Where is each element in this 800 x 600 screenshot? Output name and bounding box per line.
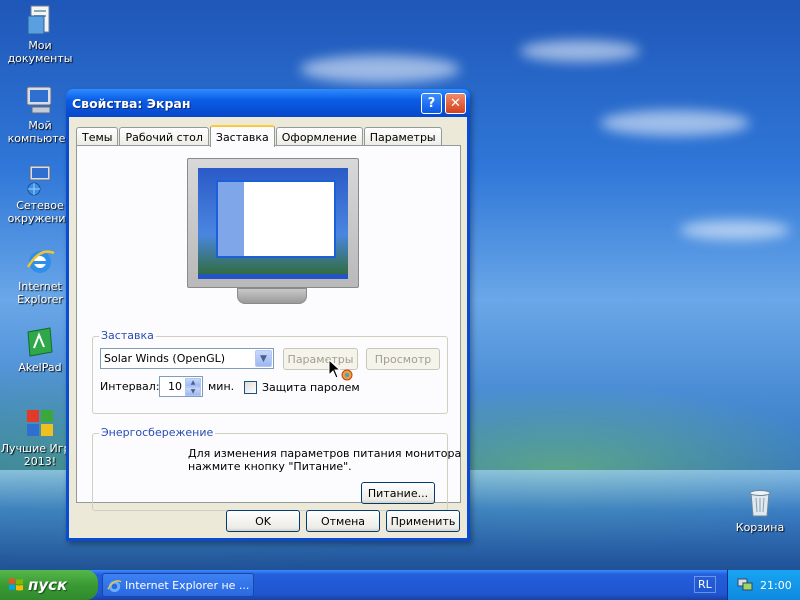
spinner-down-icon[interactable]: ▼: [185, 387, 201, 396]
cloud: [520, 40, 640, 62]
tab-label: Оформление: [281, 130, 357, 144]
monitor-preview: [187, 158, 359, 288]
tab-screensaver[interactable]: Заставка: [209, 125, 275, 147]
tab-label: Темы: [82, 130, 113, 144]
tab-appearance[interactable]: Оформление: [275, 127, 363, 146]
taskbar-item-internet-explorer[interactable]: Internet Explorer не ...: [102, 573, 254, 597]
spinner-up-icon[interactable]: ▲: [185, 378, 201, 387]
desktop-icon-label: Internet Explorer: [17, 280, 63, 306]
spinner-buttons: ▲ ▼: [185, 378, 201, 396]
screensaver-select[interactable]: Solar Winds (OpenGL) ▼: [100, 348, 274, 369]
button-label: Отмена: [320, 514, 366, 528]
interval-unit: мин.: [208, 380, 235, 393]
ie-icon: [24, 245, 56, 277]
preview-button[interactable]: Просмотр: [366, 348, 440, 370]
folder-icon: [24, 4, 56, 36]
screensaver-select-value: Solar Winds (OpenGL): [104, 352, 226, 365]
language-indicator[interactable]: RL: [694, 576, 716, 593]
window-client-area: Темы Рабочий стол Заставка Оформление Па…: [69, 117, 467, 538]
interval-label: Интервал:: [100, 380, 160, 393]
password-checkbox[interactable]: [244, 381, 257, 394]
tab-settings[interactable]: Параметры: [363, 127, 442, 146]
button-label: Питание...: [367, 486, 429, 500]
ok-button[interactable]: OK: [226, 510, 300, 532]
desktop-icon-recycle-bin[interactable]: Корзина: [720, 486, 800, 534]
interval-spinner[interactable]: 10 ▲ ▼: [159, 376, 203, 397]
monitor-stand: [237, 288, 307, 304]
preview-taskbar: [198, 274, 348, 279]
start-label: пуск: [28, 576, 68, 594]
tab-label: Параметры: [369, 130, 436, 144]
close-icon: ✕: [450, 96, 461, 111]
question-icon: ?: [427, 96, 436, 111]
button-label: OK: [255, 514, 271, 528]
cancel-button[interactable]: Отмена: [306, 510, 380, 532]
tab-panel-screensaver: Заставка Solar Winds (OpenGL) ▼ Параметр…: [76, 145, 462, 511]
taskbar: пуск Internet Explorer не ... RL 21:00: [0, 570, 800, 600]
window-title: Свойства: Экран: [72, 95, 191, 111]
tab-label: Рабочий стол: [125, 130, 203, 144]
mouse-cursor-icon: [328, 359, 353, 381]
desktop-icon-label: Сетевое окружение: [7, 199, 73, 225]
group-title: Энергосбережение: [99, 426, 216, 439]
power-description-line1: Для изменения параметров питания монитор…: [188, 447, 462, 460]
desktop-icon-label: Мой компьютер: [7, 119, 73, 145]
network-tray-icon[interactable]: [737, 578, 753, 592]
preview-window-thumbnail: [216, 180, 336, 258]
cloud: [600, 110, 750, 136]
taskbar-item-label: Internet Explorer не ...: [125, 578, 250, 592]
cloud: [680, 220, 790, 240]
button-label: Применить: [390, 514, 456, 528]
interval-value: 10: [168, 380, 182, 393]
system-tray: 21:00: [727, 570, 800, 600]
start-button[interactable]: пуск: [0, 570, 98, 600]
clock[interactable]: 21:00: [760, 579, 792, 592]
cloud: [300, 55, 460, 83]
tab-desktop[interactable]: Рабочий стол: [119, 127, 209, 146]
tab-strip: Темы Рабочий стол Заставка Оформление Па…: [76, 124, 443, 147]
chevron-down-icon[interactable]: ▼: [255, 350, 272, 367]
windows-logo-icon: [9, 578, 23, 591]
power-button[interactable]: Питание...: [361, 482, 435, 504]
preview-sidebar: [218, 182, 244, 256]
notepad-icon: [24, 326, 56, 358]
close-button[interactable]: ✕: [445, 93, 466, 114]
help-button[interactable]: ?: [421, 93, 442, 114]
computer-icon: [24, 84, 56, 116]
group-title: Заставка: [99, 329, 156, 342]
ie-icon: [107, 580, 122, 593]
desktop-icon-label: Мои документы: [7, 39, 73, 65]
desktop-icon-my-documents[interactable]: Мои документы: [0, 4, 80, 65]
button-label: Просмотр: [374, 352, 432, 366]
network-icon: [24, 164, 56, 196]
games-icon: [24, 407, 56, 439]
display-properties-window: Свойства: Экран ? ✕ Темы Рабочий стол За…: [66, 89, 470, 541]
recycle-bin-icon: [744, 486, 776, 518]
desktop-icon-label: AkelPad: [18, 361, 62, 374]
power-description-line2: нажмите кнопку "Питание".: [188, 460, 352, 473]
tab-themes[interactable]: Темы: [76, 127, 119, 146]
window-title-bar[interactable]: Свойства: Экран: [66, 89, 470, 117]
preview-screen: [198, 168, 348, 279]
desktop-icon-label: Корзина: [735, 521, 785, 534]
tab-label: Заставка: [215, 130, 269, 144]
apply-button[interactable]: Применить: [386, 510, 460, 532]
